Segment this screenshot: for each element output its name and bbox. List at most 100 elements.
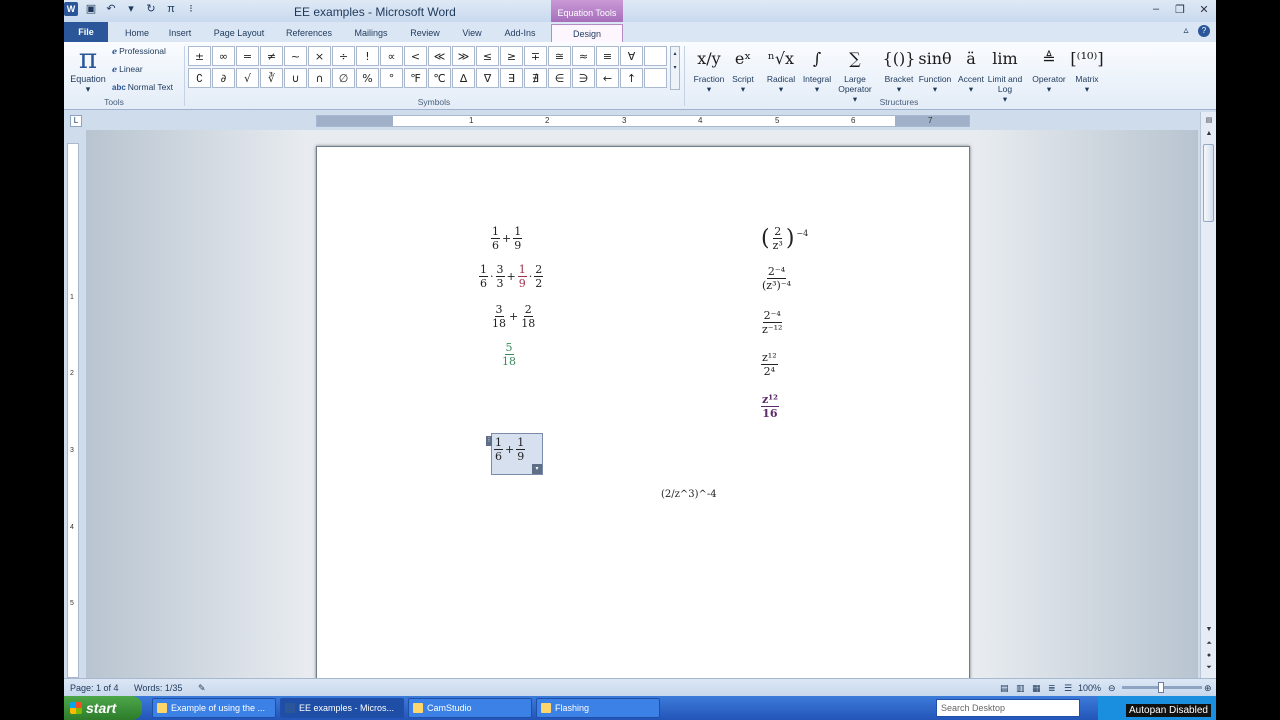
structure-large-operator-button[interactable]: ∑ Large Operator ▾	[832, 44, 878, 104]
document-page[interactable]: 1 6 +1 9 1 6 · 3 3 +1 9 · 2 2 3 18 +2 18 5 18 ⁝ 16 + 19 ▾ (…	[316, 146, 970, 686]
selected-equation-content[interactable]: 16 + 19	[494, 436, 526, 463]
math-equation[interactable]: 2⁻⁴ z⁻¹²	[761, 309, 783, 336]
zoom-in-icon[interactable]: ⊕	[1204, 683, 1212, 694]
symbol-button[interactable]: ≅	[548, 46, 571, 66]
view-outline-icon[interactable]: ≣	[1048, 683, 1056, 694]
math-equation[interactable]: 3 18 +2 18	[491, 303, 536, 330]
symbol-button[interactable]: ∂	[212, 68, 235, 88]
redo-icon[interactable]: ↻	[144, 2, 158, 16]
start-button[interactable]: start	[64, 696, 142, 720]
previous-page-icon[interactable]: ⏶	[1204, 640, 1214, 648]
symbol-button[interactable]: !	[356, 46, 379, 66]
symbol-button[interactable]: ∇	[476, 68, 499, 88]
linear-button[interactable]: ℯ Linear	[112, 64, 143, 74]
ruler-toggle-icon[interactable]: ▤	[1204, 116, 1214, 124]
symbol-button[interactable]: ∈	[548, 68, 571, 88]
vertical-scrollbar[interactable]: ▤ ▲ ▼ ⏶ ● ⏷	[1200, 112, 1216, 678]
tab-references[interactable]: References	[280, 24, 338, 42]
view-full-screen-icon[interactable]: ▥	[1016, 683, 1025, 694]
horizontal-ruler[interactable]: 1 2 3 4 5 6 7	[316, 115, 970, 127]
help-icon[interactable]: ?	[1198, 25, 1210, 37]
vertical-ruler[interactable]: 1 2 3 4 5	[67, 143, 79, 678]
equation-button[interactable]: π Equation ▾	[67, 44, 109, 95]
symbol-button[interactable]	[644, 46, 667, 66]
symbol-button[interactable]: ∃	[500, 68, 523, 88]
professional-button[interactable]: ℯ Professional	[112, 46, 166, 56]
symbol-button[interactable]: ℉	[404, 68, 427, 88]
symbols-more-button[interactable]: ▴ ▾	[670, 46, 680, 90]
tab-page-layout[interactable]: Page Layout	[208, 24, 270, 42]
symbol-button[interactable]: ℃	[428, 68, 451, 88]
undo-icon[interactable]: ↶	[104, 2, 118, 16]
math-equation[interactable]: z¹² 16	[761, 393, 779, 420]
symbol-button[interactable]: ∝	[380, 46, 403, 66]
view-draft-icon[interactable]: ☰	[1064, 683, 1072, 694]
symbol-button[interactable]: ∁	[188, 68, 211, 88]
math-equation[interactable]: 1 6 · 3 3 +1 9 · 2 2	[479, 263, 544, 290]
taskbar-item[interactable]: Flashing	[536, 698, 660, 718]
taskbar-item[interactable]: EE examples - Micros...	[280, 698, 404, 718]
zoom-out-icon[interactable]: ⊖	[1108, 683, 1116, 694]
symbol-button[interactable]: ∞	[212, 46, 235, 66]
word-logo-icon[interactable]: W	[64, 2, 78, 16]
symbol-button[interactable]: <	[404, 46, 427, 66]
symbol-button[interactable]: =	[236, 46, 259, 66]
tab-view[interactable]: View	[456, 24, 488, 42]
structure-matrix-button[interactable]: [⁽¹⁰⁾] Matrix ▾	[1064, 44, 1110, 94]
math-equation[interactable]: z¹² 2⁴	[761, 351, 778, 378]
tab-selector[interactable]: L	[70, 115, 82, 127]
tab-design[interactable]: Design	[551, 24, 623, 42]
symbol-button[interactable]	[644, 68, 667, 88]
dropdown-arrow-icon[interactable]: ▾	[124, 2, 138, 16]
symbol-button[interactable]: ∄	[524, 68, 547, 88]
linear-equation-text[interactable]: (2/z^3)^-4	[661, 489, 717, 500]
tab-home[interactable]: Home	[116, 24, 158, 42]
symbol-button[interactable]: ≠	[260, 46, 283, 66]
restore-icon[interactable]: ❐	[1174, 3, 1186, 16]
math-equation[interactable]: 1 6 +1 9	[491, 225, 523, 252]
symbol-button[interactable]: ≥	[500, 46, 523, 66]
symbol-button[interactable]: °	[380, 68, 403, 88]
normal-text-button[interactable]: abc Normal Text	[112, 82, 173, 92]
symbol-button[interactable]: ∅	[332, 68, 355, 88]
symbol-button[interactable]: ∆	[452, 68, 475, 88]
symbol-button[interactable]: %	[356, 68, 379, 88]
symbol-button[interactable]: ≈	[572, 46, 595, 66]
symbol-button[interactable]: ÷	[332, 46, 355, 66]
scroll-down-icon[interactable]: ▼	[1204, 626, 1214, 633]
symbol-button[interactable]: ∀	[620, 46, 643, 66]
view-web-layout-icon[interactable]: ▦	[1032, 683, 1041, 694]
tab-review[interactable]: Review	[404, 24, 446, 42]
close-icon[interactable]: ✕	[1198, 3, 1210, 16]
symbol-button[interactable]: √	[236, 68, 259, 88]
word-count[interactable]: Words: 1/35	[134, 683, 182, 693]
symbol-button[interactable]: ∓	[524, 46, 547, 66]
desktop-search-input[interactable]: Search Desktop	[936, 699, 1080, 717]
zoom-level[interactable]: 100%	[1078, 683, 1101, 693]
tab-mailings[interactable]: Mailings	[348, 24, 394, 42]
symbol-button[interactable]: ≡	[596, 46, 619, 66]
save-icon[interactable]: ▣	[84, 2, 98, 16]
math-equation[interactable]: 5 18	[501, 341, 517, 368]
view-print-layout-icon[interactable]: ▤	[1000, 683, 1009, 694]
symbol-button[interactable]: ∋	[572, 68, 595, 88]
scroll-thumb[interactable]	[1203, 144, 1214, 222]
browse-object-icon[interactable]: ●	[1204, 652, 1214, 659]
tab-insert[interactable]: Insert	[160, 24, 200, 42]
symbol-button[interactable]: ↑	[620, 68, 643, 88]
taskbar-item[interactable]: CamStudio	[408, 698, 532, 718]
symbol-button[interactable]: ≫	[452, 46, 475, 66]
tab-file[interactable]: File	[64, 22, 108, 42]
structure-limit-and-log-button[interactable]: lim Limit and Log ▾	[982, 44, 1028, 104]
collapse-ribbon-icon[interactable]: ▵	[1180, 25, 1192, 37]
symbol-button[interactable]: ≤	[476, 46, 499, 66]
tab-add-ins[interactable]: Add-Ins	[498, 24, 542, 42]
symbol-button[interactable]: ±	[188, 46, 211, 66]
math-equation[interactable]: 2⁻⁴ (z³)⁻⁴	[761, 265, 792, 292]
page-count[interactable]: Page: 1 of 4	[70, 683, 119, 693]
proofing-icon[interactable]: ✎	[198, 683, 206, 694]
taskbar-item[interactable]: Example of using the ...	[152, 698, 276, 718]
selected-equation[interactable]: ⁝ 16 + 19 ▾	[486, 433, 543, 475]
equation-handle-icon[interactable]: ⁝	[486, 436, 492, 446]
symbol-button[interactable]: ∛	[260, 68, 283, 88]
